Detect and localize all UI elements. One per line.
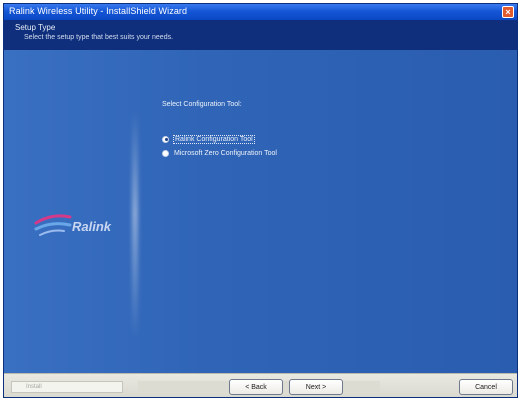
radio-ralink-config-tool[interactable] [162,135,169,143]
ralink-logo-icon [34,214,72,236]
header-subtitle: Select the setup type that best suits yo… [24,34,174,41]
logo-text: Ralink [72,219,112,234]
wizard-body: Ralink Select Configuration Tool: Ralink… [4,50,517,373]
panel-divider [132,110,138,340]
title-bar[interactable]: Ralink Wireless Utility - InstallShield … [4,4,517,20]
radio-label-microsoft: Microsoft Zero Configuration Tool [174,149,277,157]
wizard-footer: Install < Back Next > Cancel [4,373,517,397]
wizard-header: Setup Type Select the setup type that be… [4,20,517,50]
back-button[interactable]: < Back [229,379,283,395]
installshield-brand: Install [11,381,123,393]
cancel-button[interactable]: Cancel [459,379,513,395]
radio-label-ralink: Ralink Configuration Tool [173,134,255,144]
close-icon: × [505,7,511,17]
next-button[interactable]: Next > [289,379,343,395]
option-microsoft-zero-config[interactable]: Microsoft Zero Configuration Tool [162,148,278,158]
window-title: Ralink Wireless Utility - InstallShield … [9,6,188,16]
ralink-logo: Ralink [34,205,130,245]
close-button[interactable]: × [502,6,514,18]
installer-window: Ralink Wireless Utility - InstallShield … [3,3,518,398]
option-ralink-config-tool[interactable]: Ralink Configuration Tool [162,134,255,144]
header-title: Setup Type [15,23,56,32]
radio-microsoft-zero-config[interactable] [162,149,169,157]
config-tool-label: Select Configuration Tool: [162,101,242,108]
